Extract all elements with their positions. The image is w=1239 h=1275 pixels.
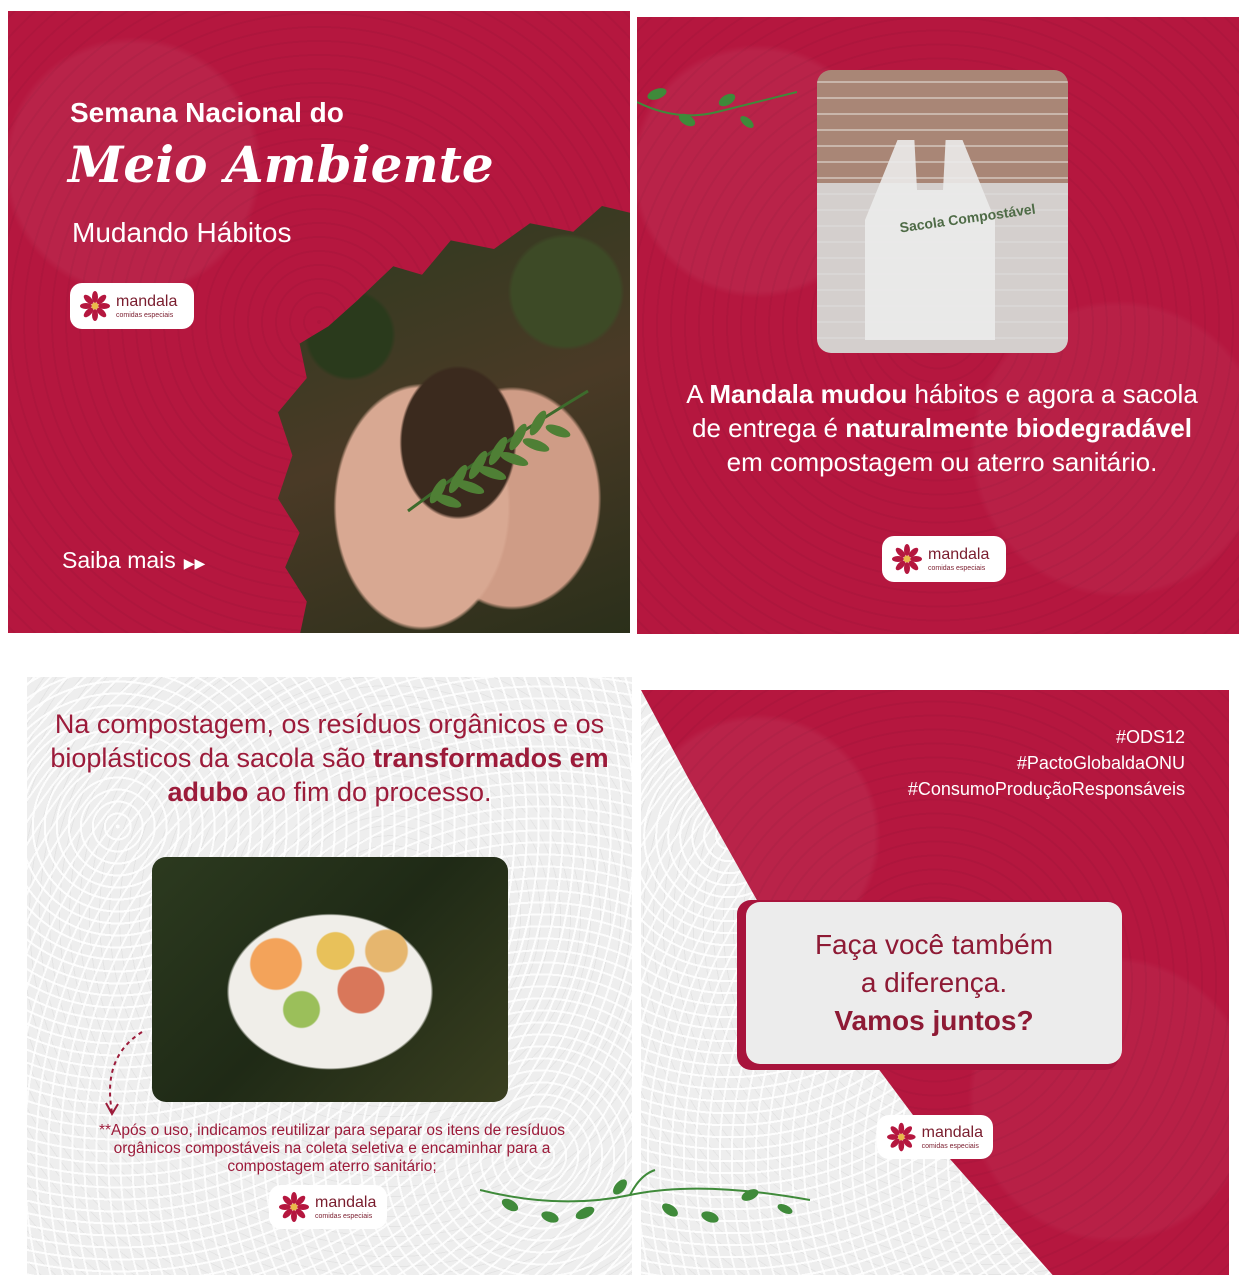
logo-tagline: comidas especiais bbox=[315, 1212, 373, 1220]
desc-bold-1: Mandala mudou bbox=[709, 379, 908, 409]
play-arrows-icon: ▶▶ bbox=[183, 555, 206, 571]
logo-name: mandala bbox=[928, 545, 990, 563]
mandala-logo: mandala comidas especiais bbox=[877, 1115, 993, 1159]
post-meio-ambiente: Semana Nacional do Meio Ambiente Mudando… bbox=[8, 11, 630, 633]
desc-bold-2: naturalmente biodegradável bbox=[845, 413, 1192, 443]
vine-leaves-icon bbox=[637, 88, 797, 128]
head-text-2: ao fim do processo. bbox=[248, 777, 492, 807]
sacola-photo: Sacola Compostável bbox=[817, 70, 1068, 353]
sacola-description: A Mandala mudou hábitos e agora a sacola… bbox=[677, 377, 1207, 479]
logo-name: mandala bbox=[116, 292, 178, 310]
desc-text-3: em compostagem ou aterro sanitário. bbox=[726, 447, 1158, 477]
mandala-logo: mandala comidas especiais bbox=[269, 1185, 387, 1229]
mandala-logo: mandala comidas especiais bbox=[70, 283, 194, 329]
logo-tagline: comidas especiais bbox=[116, 311, 174, 319]
vine-leaves-icon bbox=[480, 1169, 810, 1223]
logo-name: mandala bbox=[921, 1123, 983, 1141]
mandala-flower-icon bbox=[279, 1192, 309, 1222]
card-line-2: a diferença. bbox=[860, 967, 1008, 998]
desc-text-1: A bbox=[686, 379, 710, 409]
hashtag-pacto-global: #PactoGlobaldaONU bbox=[1016, 753, 1185, 773]
compostagem-headline: Na compostagem, os resíduos orgânicos e … bbox=[47, 707, 612, 809]
saiba-mais-label: Saiba mais bbox=[62, 547, 176, 573]
card-line-1: Faça você também bbox=[814, 929, 1054, 960]
headline-script: Meio Ambiente bbox=[68, 135, 494, 194]
card-line-3: Vamos juntos? bbox=[834, 1005, 1034, 1036]
call-to-action-card: Faça você também a diferença. Vamos junt… bbox=[746, 902, 1122, 1064]
hashtags: #ODS12 #PactoGlobaldaONU #ConsumoProduçã… bbox=[908, 724, 1185, 802]
headline-line1: Semana Nacional do bbox=[70, 97, 344, 128]
post-sacola-biodegradavel: Sacola Compostável A Mandala mudou hábit… bbox=[637, 17, 1239, 634]
dashed-arrow-icon bbox=[105, 1031, 143, 1117]
fern-leaf-icon bbox=[407, 389, 589, 513]
mandala-flower-icon bbox=[892, 544, 922, 574]
logo-name: mandala bbox=[315, 1193, 377, 1211]
logo-tagline: comidas especiais bbox=[928, 564, 986, 572]
hashtag-consumo-producao: #ConsumoProduçãoResponsáveis bbox=[907, 779, 1185, 799]
logo-tagline: comidas especiais bbox=[921, 1142, 979, 1150]
hashtag-ods12: #ODS12 bbox=[1115, 727, 1185, 747]
mandala-flower-icon bbox=[80, 291, 110, 321]
mandala-logo: mandala comidas especiais bbox=[882, 536, 1006, 582]
food-scraps-photo bbox=[152, 857, 508, 1102]
plastic-bag-shape bbox=[865, 140, 995, 340]
subtitle: Mudando Hábitos bbox=[72, 217, 292, 248]
food-scraps-shape bbox=[242, 912, 412, 1042]
saiba-mais-link[interactable]: Saiba mais ▶▶ bbox=[62, 547, 205, 574]
mandala-flower-icon bbox=[887, 1122, 916, 1152]
